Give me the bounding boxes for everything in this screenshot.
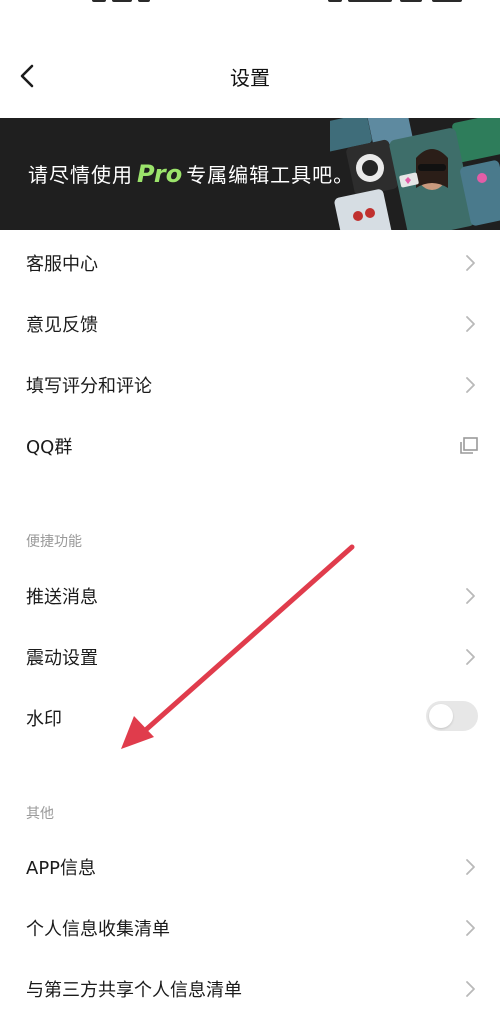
chevron-right-icon <box>466 377 475 393</box>
row-label: 填写评分和评论 <box>26 376 152 397</box>
banner-text-after: 专属编辑工具吧。 <box>186 163 355 187</box>
row-watermark: 水印 <box>0 687 500 748</box>
row-label: 意见反馈 <box>26 315 98 336</box>
banner-pro-word: Pro <box>137 160 183 188</box>
section-header-shortcuts: 便捷功能 <box>26 534 82 550</box>
banner-collage-image <box>330 118 500 230</box>
row-label: 个人信息收集清单 <box>26 919 170 940</box>
row-vibration-settings[interactable]: 震动设置 <box>0 626 500 687</box>
settings-screen: 设置 请尽情使用 Pro 专属编辑工具吧。 客服中心 意见反馈 填写评分和评论 … <box>0 0 500 1026</box>
status-bar <box>0 0 500 14</box>
row-label: 客服中心 <box>26 254 98 275</box>
chevron-right-icon <box>466 981 475 997</box>
row-label: 推送消息 <box>26 587 98 608</box>
page-title: 设置 <box>230 66 270 90</box>
nav-bar: 设置 <box>0 44 500 108</box>
row-label: 与第三方共享个人信息清单 <box>26 980 242 1001</box>
row-label: APP信息 <box>26 858 97 879</box>
row-third-party-sharing-list[interactable]: 与第三方共享个人信息清单 <box>0 958 500 1019</box>
watermark-toggle[interactable] <box>426 701 478 731</box>
row-app-info[interactable]: APP信息 <box>0 836 500 897</box>
row-rate-review[interactable]: 填写评分和评论 <box>0 354 500 415</box>
status-time <box>92 0 162 4</box>
chevron-right-icon <box>466 588 475 604</box>
row-push-notifications[interactable]: 推送消息 <box>0 565 500 626</box>
banner-text-before: 请尽情使用 <box>28 163 133 187</box>
row-feedback[interactable]: 意见反馈 <box>0 293 500 354</box>
row-qq-group[interactable]: QQ群 <box>0 415 500 476</box>
banner-text: 请尽情使用 Pro 专属编辑工具吧。 <box>28 159 354 188</box>
row-customer-service[interactable]: 客服中心 <box>0 232 500 293</box>
row-personal-info-list[interactable]: 个人信息收集清单 <box>0 897 500 958</box>
row-label: 水印 <box>26 709 62 730</box>
chevron-right-icon <box>466 316 475 332</box>
pro-promo-banner[interactable]: 请尽情使用 Pro 专属编辑工具吧。 <box>0 118 500 230</box>
row-label: QQ群 <box>26 437 73 458</box>
chevron-right-icon <box>466 649 475 665</box>
external-window-icon <box>460 437 478 454</box>
chevron-right-icon <box>466 859 475 875</box>
section-header-other: 其他 <box>26 806 54 822</box>
toggle-knob <box>429 704 453 728</box>
chevron-right-icon <box>466 255 475 271</box>
chevron-right-icon <box>466 920 475 936</box>
status-icons <box>328 0 468 4</box>
row-label: 震动设置 <box>26 648 98 669</box>
